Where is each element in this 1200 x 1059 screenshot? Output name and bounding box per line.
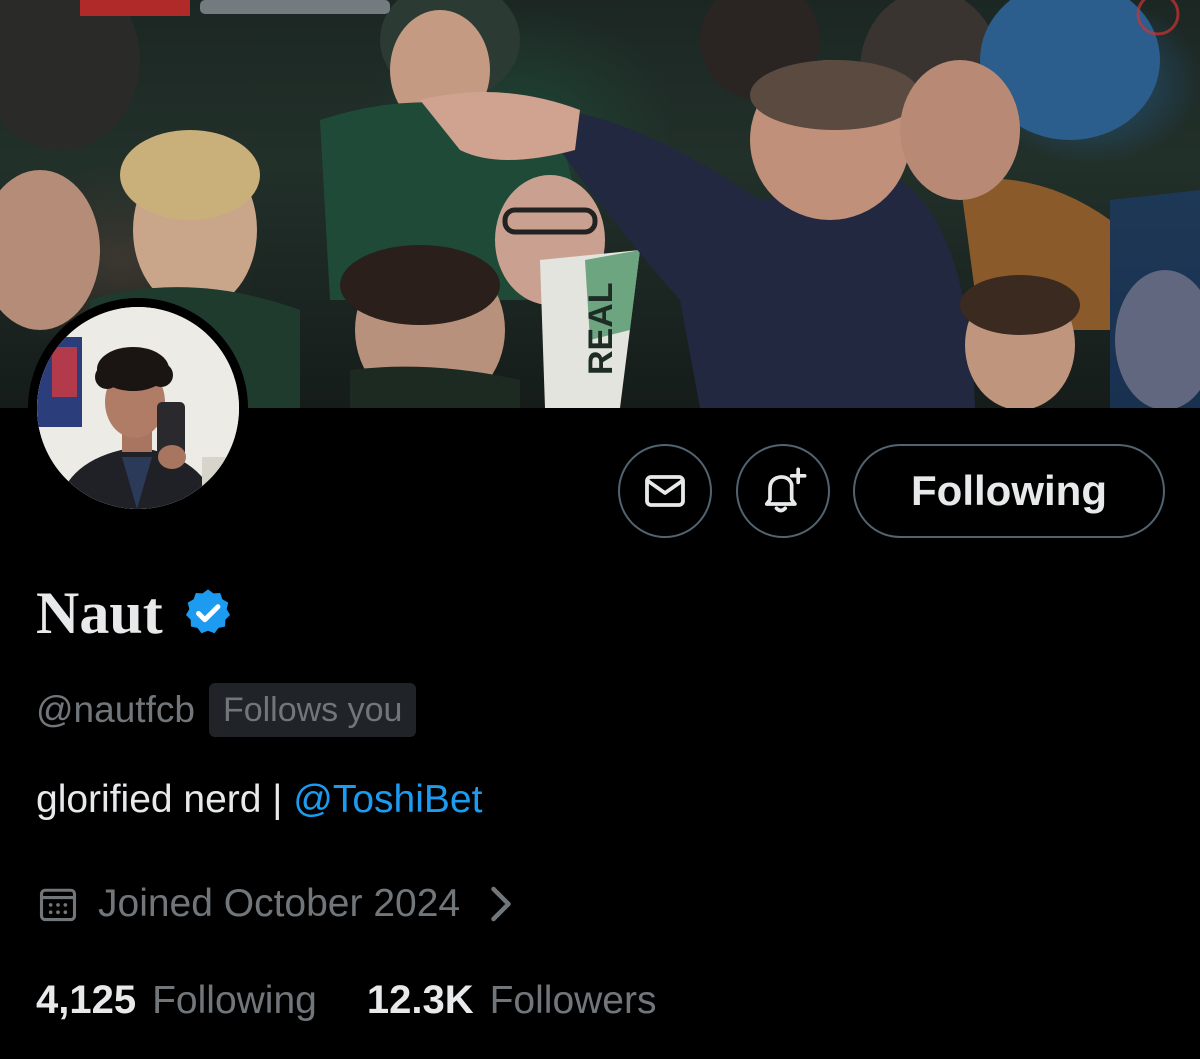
joined-date-row[interactable]: Joined October 2024: [36, 876, 516, 932]
user-handle: @nautfcb: [36, 689, 195, 730]
follow-stats: 4,125 Following 12.3K Followers: [36, 972, 656, 1028]
following-stat-link[interactable]: 4,125 Following: [36, 978, 317, 1023]
display-name: Naut: [36, 579, 163, 646]
calendar-icon: [39, 888, 77, 922]
message-button[interactable]: [618, 444, 712, 538]
avatar-photo: [37, 307, 239, 509]
follows-you-badge: Follows you: [208, 683, 417, 737]
verified-badge-icon[interactable]: [181, 586, 235, 640]
name-row: Naut: [36, 578, 235, 648]
bell-plus-icon: [764, 467, 807, 513]
following-count: 4,125: [36, 977, 137, 1022]
profile-bio: glorified nerd | @ToshiBet: [36, 778, 482, 822]
joined-date: Joined October 2024: [98, 882, 461, 925]
scarf-text: REAL: [582, 282, 620, 375]
following-button[interactable]: Following: [853, 444, 1165, 538]
chevron-right-icon: [491, 886, 511, 922]
following-label: Following: [152, 978, 317, 1022]
followers-label: Followers: [489, 978, 657, 1022]
bio-mention-link[interactable]: @ToshiBet: [293, 778, 482, 821]
followers-count: 12.3K: [366, 977, 474, 1022]
envelope-icon: [645, 475, 685, 507]
bio-text: glorified nerd |: [36, 778, 294, 821]
profile-avatar[interactable]: [28, 298, 248, 518]
handle-row: @nautfcb Follows you: [36, 682, 417, 738]
followers-stat-link[interactable]: 12.3K Followers: [367, 978, 657, 1023]
notifications-button[interactable]: [736, 444, 830, 538]
